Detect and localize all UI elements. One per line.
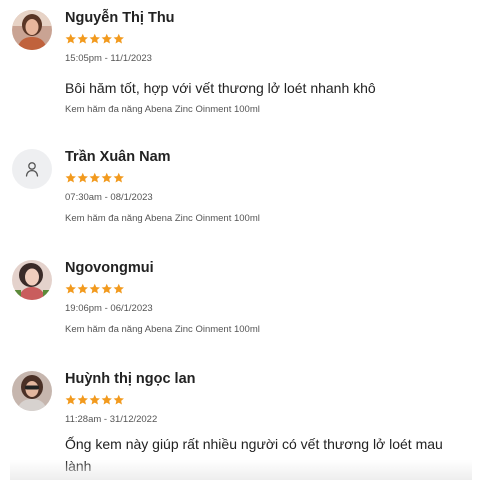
avatar bbox=[12, 371, 52, 411]
star-icon bbox=[89, 394, 100, 405]
star-icon bbox=[65, 283, 76, 294]
review-timestamp: 07:30am - 08/1/2023 bbox=[65, 192, 153, 203]
star-icon bbox=[89, 33, 100, 44]
star-icon bbox=[65, 172, 76, 183]
star-rating bbox=[65, 172, 125, 184]
user-photo-icon bbox=[12, 371, 52, 411]
reviewer-name: Trần Xuân Nam bbox=[65, 149, 171, 165]
star-icon bbox=[77, 283, 88, 294]
avatar bbox=[12, 149, 52, 189]
review-timestamp: 15:05pm - 11/1/2023 bbox=[65, 53, 152, 64]
review-timestamp: 19:06pm - 06/1/2023 bbox=[65, 303, 153, 314]
star-icon bbox=[113, 172, 124, 183]
star-icon bbox=[113, 394, 124, 405]
star-rating bbox=[65, 283, 125, 295]
user-icon bbox=[25, 162, 39, 177]
star-icon bbox=[101, 33, 112, 44]
star-icon bbox=[77, 394, 88, 405]
user-photo-icon bbox=[12, 10, 52, 50]
star-icon bbox=[89, 172, 100, 183]
star-icon bbox=[113, 33, 124, 44]
product-name: Kem hăm đa năng Abena Zinc Oinment 100ml bbox=[65, 213, 260, 224]
reviewer-name: Huỳnh thị ngọc lan bbox=[65, 371, 196, 387]
star-icon bbox=[89, 283, 100, 294]
star-icon bbox=[77, 172, 88, 183]
avatar bbox=[12, 260, 52, 300]
avatar bbox=[12, 10, 52, 50]
star-icon bbox=[77, 33, 88, 44]
review-comment: Bôi hăm tốt, hợp với vết thương lở loét … bbox=[65, 80, 376, 96]
star-icon bbox=[101, 283, 112, 294]
star-rating bbox=[65, 394, 125, 406]
product-name: Kem hăm đa năng Abena Zinc Oinment 100ml bbox=[65, 324, 260, 335]
star-icon bbox=[101, 172, 112, 183]
user-photo-icon bbox=[12, 260, 52, 300]
star-rating bbox=[65, 33, 125, 45]
star-icon bbox=[113, 283, 124, 294]
review-list: Nguyễn Thị Thu 15:05pm - 11/1/2023 Bôi h… bbox=[0, 0, 480, 480]
reviewer-name: Nguyễn Thị Thu bbox=[65, 10, 175, 26]
star-icon bbox=[65, 394, 76, 405]
star-icon bbox=[101, 394, 112, 405]
star-icon bbox=[65, 33, 76, 44]
review-timestamp: 11:28am - 31/12/2022 bbox=[65, 414, 158, 425]
reviewer-name: Ngovongmui bbox=[65, 260, 154, 276]
bottom-fade bbox=[10, 460, 472, 480]
product-name: Kem hăm đa năng Abena Zinc Oinment 100ml bbox=[65, 104, 260, 115]
